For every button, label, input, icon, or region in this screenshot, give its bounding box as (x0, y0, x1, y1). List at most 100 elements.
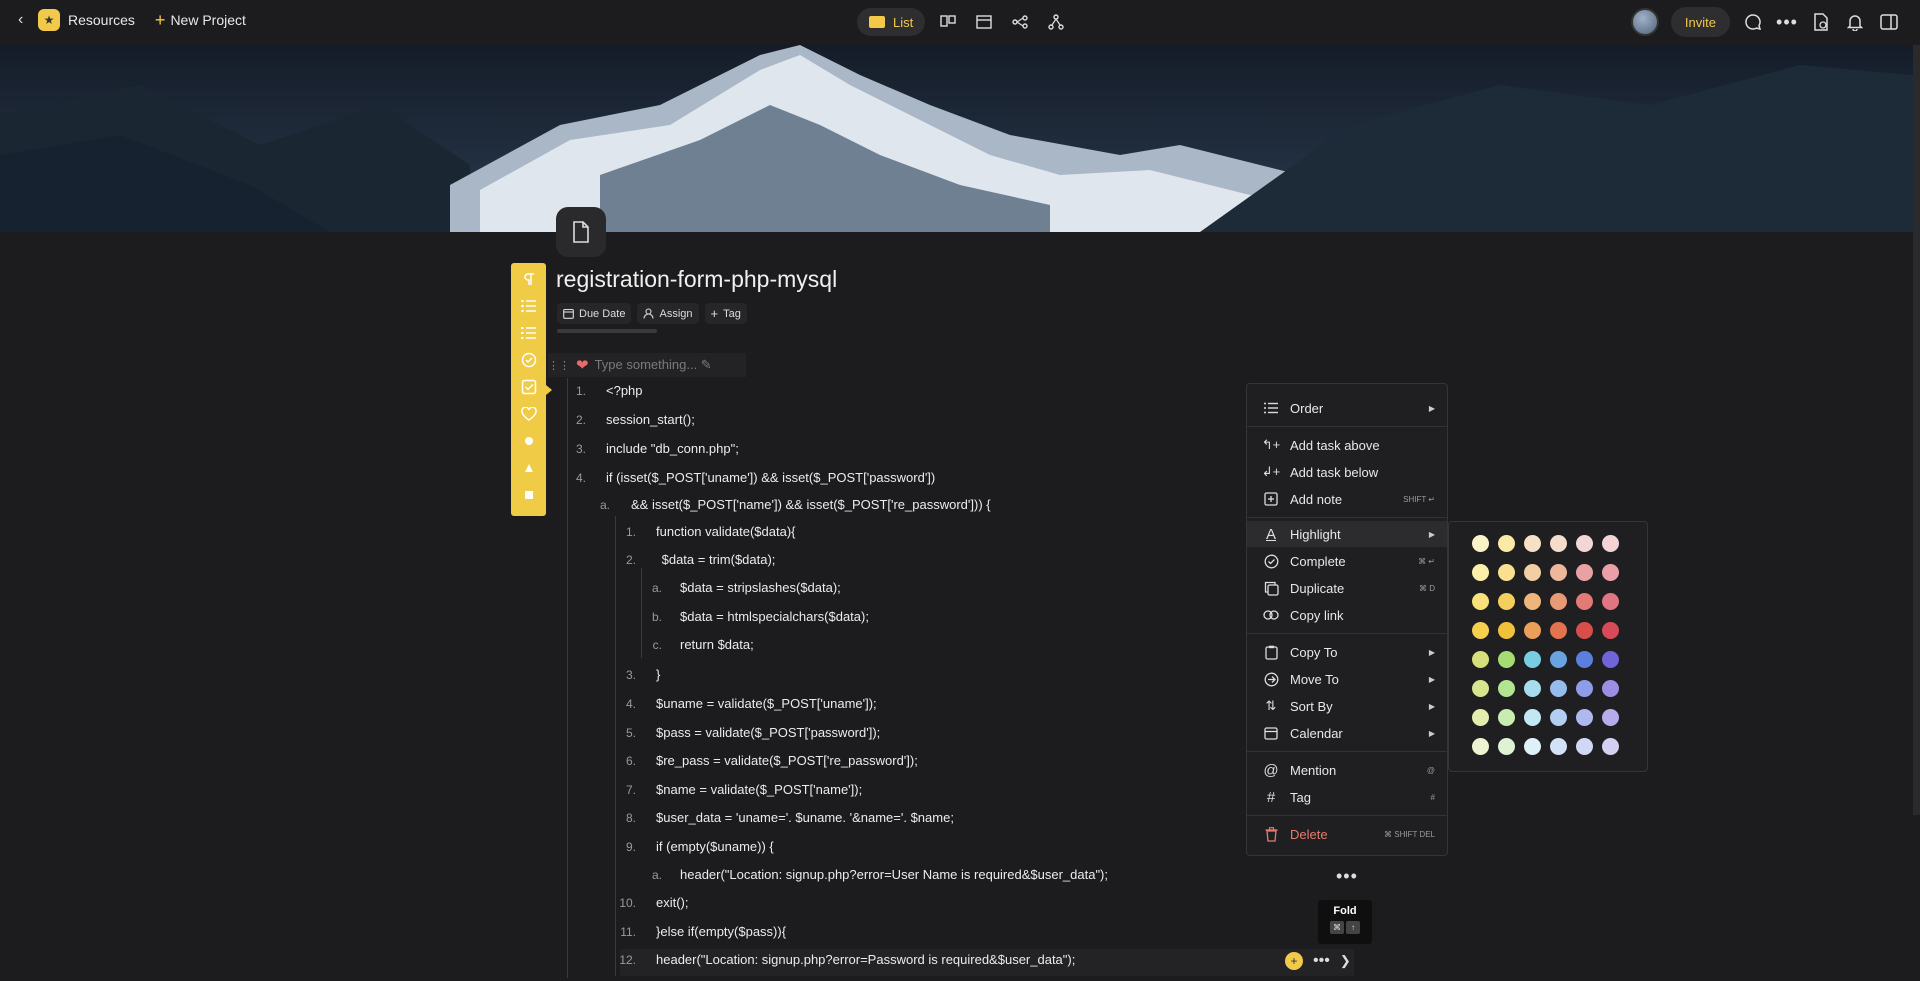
heart-icon[interactable] (520, 406, 538, 421)
checkbox-icon[interactable] (520, 379, 538, 394)
chevron-down-icon[interactable]: ❯ (1340, 953, 1351, 969)
bell-icon[interactable] (1844, 11, 1866, 33)
invite-button[interactable]: Invite (1670, 7, 1730, 37)
new-project-button[interactable]: + New Project (155, 11, 246, 29)
circle-icon[interactable] (520, 433, 538, 448)
chat-icon[interactable] (1742, 11, 1764, 33)
highlight-swatch[interactable] (1550, 564, 1567, 581)
highlight-swatch[interactable] (1472, 680, 1489, 697)
highlight-swatch[interactable] (1576, 709, 1593, 726)
highlight-swatch[interactable] (1472, 622, 1489, 639)
highlight-swatch[interactable] (1602, 564, 1619, 581)
highlight-swatch[interactable] (1576, 622, 1593, 639)
highlight-swatch[interactable] (1524, 564, 1541, 581)
menu-item-add-task-below[interactable]: ↲+ Add task below (1247, 459, 1447, 485)
highlight-swatch[interactable] (1550, 593, 1567, 610)
list-item[interactable]: $uname = validate($_POST['uname']); (656, 694, 877, 714)
document-icon[interactable] (556, 207, 606, 257)
highlight-swatch[interactable] (1498, 709, 1515, 726)
tag-chip[interactable]: + Tag (704, 303, 747, 324)
breadcrumb-resources[interactable]: Resources (68, 12, 135, 28)
heart-icon[interactable]: ❤ (576, 356, 589, 374)
highlight-swatch[interactable] (1472, 651, 1489, 668)
list-item[interactable]: $pass = validate($_POST['password']); (656, 723, 880, 743)
highlight-swatch[interactable] (1602, 535, 1619, 552)
highlight-swatch[interactable] (1602, 680, 1619, 697)
list-item[interactable]: include "db_conn.php"; (606, 439, 739, 459)
drag-handle-icon[interactable]: ⋮⋮ (548, 359, 570, 372)
list-item[interactable]: $re_pass = validate($_POST['re_password'… (656, 751, 918, 771)
board-view-icon[interactable] (935, 9, 961, 35)
menu-item-calendar[interactable]: Calendar ▶ (1247, 720, 1447, 746)
project-logo-icon[interactable]: ★ (38, 9, 60, 31)
table-view-icon[interactable] (971, 9, 997, 35)
highlight-swatch[interactable] (1576, 535, 1593, 552)
chevron-left-icon[interactable]: ‹ (18, 11, 30, 29)
more-icon[interactable]: ••• (1313, 952, 1330, 970)
highlight-swatch[interactable] (1576, 593, 1593, 610)
highlight-swatch[interactable] (1498, 651, 1515, 668)
list-item[interactable]: $user_data = 'uname='. $uname. '&name='.… (656, 808, 954, 828)
list-item[interactable]: header("Location: signup.php?error=User … (680, 865, 1108, 885)
list-item[interactable]: header("Location: signup.php?error=Passw… (656, 950, 1075, 970)
org-chart-view-icon[interactable] (1043, 9, 1069, 35)
document-stats-icon[interactable] (1810, 11, 1832, 33)
list-item[interactable]: return $data; (680, 635, 754, 655)
list-item[interactable]: if (isset($_POST['uname']) && isset($_PO… (606, 468, 935, 488)
highlight-swatch[interactable] (1498, 622, 1515, 639)
menu-item-add-task-above[interactable]: ↰+ Add task above (1247, 432, 1447, 458)
due-date-chip[interactable]: Due Date (557, 303, 632, 324)
highlight-swatch[interactable] (1602, 593, 1619, 610)
view-list-button[interactable]: List (857, 8, 926, 36)
list-item[interactable]: if (empty($uname)) { (656, 837, 774, 857)
list-item[interactable]: }else if(empty($pass)){ (656, 922, 786, 942)
highlight-swatch[interactable] (1550, 622, 1567, 639)
highlight-swatch[interactable] (1524, 593, 1541, 610)
menu-item-duplicate[interactable]: Duplicate ⌘ D (1247, 575, 1447, 601)
highlight-swatch[interactable] (1576, 564, 1593, 581)
highlight-swatch[interactable] (1524, 535, 1541, 552)
menu-item-delete[interactable]: Delete ⌘ SHIFT DEL (1247, 821, 1447, 847)
highlight-swatch[interactable] (1524, 738, 1541, 755)
highlight-swatch[interactable] (1498, 564, 1515, 581)
highlight-swatch[interactable] (1524, 622, 1541, 639)
page-title[interactable]: registration-form-php-mysql (556, 266, 837, 293)
paragraph-icon[interactable] (520, 271, 538, 286)
highlight-swatch[interactable] (1498, 535, 1515, 552)
list-item[interactable]: exit(); (656, 893, 689, 913)
check-circle-icon[interactable] (520, 352, 538, 367)
list-item[interactable]: function validate($data){ (656, 522, 795, 542)
highlight-swatch[interactable] (1472, 535, 1489, 552)
highlight-swatch[interactable] (1576, 651, 1593, 668)
list-item[interactable]: $data = trim($data); (658, 550, 776, 570)
menu-item-order[interactable]: Order ▶ (1247, 395, 1447, 421)
highlight-swatch[interactable] (1602, 709, 1619, 726)
highlight-swatch[interactable] (1498, 680, 1515, 697)
menu-item-tag[interactable]: # Tag # (1247, 784, 1447, 810)
sidebar-toggle-icon[interactable] (1878, 11, 1900, 33)
list-item[interactable]: $data = htmlspecialchars($data); (680, 607, 869, 627)
list-item[interactable]: } (656, 665, 660, 685)
highlight-swatch[interactable] (1602, 738, 1619, 755)
list-item[interactable]: session_start(); (606, 410, 695, 430)
scrollbar[interactable] (1913, 45, 1920, 815)
highlight-swatch[interactable] (1472, 709, 1489, 726)
square-icon[interactable] (520, 487, 538, 502)
assign-chip[interactable]: Assign (637, 303, 699, 324)
highlight-swatch[interactable] (1550, 651, 1567, 668)
highlight-swatch[interactable] (1472, 738, 1489, 755)
more-icon[interactable]: ••• (1776, 11, 1798, 33)
list-item[interactable]: $data = stripslashes($data); (680, 578, 841, 598)
highlight-swatch[interactable] (1550, 738, 1567, 755)
mindmap-view-icon[interactable] (1007, 9, 1033, 35)
highlight-swatch[interactable] (1524, 680, 1541, 697)
menu-item-complete[interactable]: Complete ⌘ ↵ (1247, 548, 1447, 574)
highlight-swatch[interactable] (1550, 709, 1567, 726)
list-item[interactable]: && isset($_POST['name']) && isset($_POST… (631, 495, 991, 515)
highlight-swatch[interactable] (1472, 564, 1489, 581)
avatar[interactable] (1630, 8, 1659, 36)
highlight-swatch[interactable] (1576, 738, 1593, 755)
highlight-swatch[interactable] (1602, 651, 1619, 668)
menu-item-mention[interactable]: @ Mention @ (1247, 757, 1447, 783)
highlight-swatch[interactable] (1576, 680, 1593, 697)
